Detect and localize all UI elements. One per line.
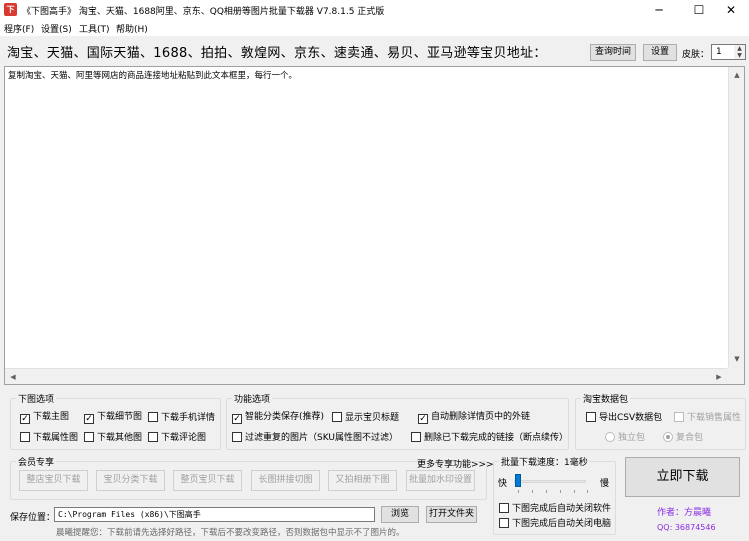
scroll-right-icon[interactable]: ▶ — [711, 369, 727, 385]
radio-icon[interactable] — [605, 432, 615, 442]
menu-program[interactable]: 程序(F) — [4, 22, 34, 35]
scroll-corner — [727, 367, 744, 384]
scroll-up-icon[interactable]: ▲ — [729, 67, 745, 83]
checkbox-icon[interactable] — [148, 412, 158, 422]
slider-tick — [532, 490, 533, 493]
checkbox-filter-duplicates[interactable]: 过滤重复的图片（SKU属性图不过滤） — [232, 432, 398, 444]
checkbox-auto-close-software[interactable]: 下图完成后自动关闭软件 — [499, 503, 611, 515]
slider-tick — [574, 490, 575, 493]
status-text: 晨曦提醒您：下载前请先选择好路径，下载后不要改变路径，否则数据包中显示不了图片的… — [56, 528, 405, 538]
checkmark-icon[interactable]: ✓ — [418, 414, 428, 424]
checkbox-remove-links[interactable]: ✓ 自动删除详情页中的外链 — [418, 412, 530, 424]
checkmark-icon[interactable]: ✓ — [84, 414, 94, 424]
whole-page-download-button[interactable]: 整页宝贝下载 — [173, 470, 242, 491]
checkbox-icon[interactable] — [20, 432, 30, 442]
watermark-settings-button[interactable]: 批量加水印设置 — [406, 470, 475, 491]
save-location-label: 保存位置： — [10, 513, 56, 523]
query-time-button[interactable]: 查询时间 — [590, 44, 636, 61]
checkbox-auto-shutdown[interactable]: 下图完成后自动关闭电脑 — [499, 518, 611, 530]
menu-help[interactable]: 帮助(H) — [116, 22, 148, 35]
scroll-left-icon[interactable]: ◀ — [5, 369, 21, 385]
maximize-button[interactable]: ☐ — [681, 0, 717, 20]
skin-value[interactable]: 1 — [716, 47, 722, 57]
checkbox-icon[interactable] — [332, 412, 342, 422]
radio-selected-icon[interactable] — [663, 432, 673, 442]
speed-legend: 批量下载速度：1毫秒 — [501, 458, 588, 468]
checkbox-main-image[interactable]: ✓ 下载主图 — [20, 412, 69, 424]
save-path-input[interactable]: C:\Program Files (x86)\下图高手 — [54, 507, 375, 522]
textarea-content[interactable]: 复制淘宝、天猫、阿里等网店的商品连接地址粘贴到此文本框里，每行一个。 — [8, 71, 297, 81]
author-label: 作者：方晨曦 — [657, 508, 712, 518]
url-input-label: 淘宝、天猫、国际天猫、1688、拍拍、敦煌网、京东、速卖通、易贝、亚马逊等宝贝地… — [7, 46, 547, 61]
close-button[interactable]: ✕ — [713, 0, 749, 20]
horizontal-scrollbar[interactable]: ◀ ▶ — [5, 368, 727, 384]
checkbox-icon[interactable] — [586, 412, 596, 422]
checkmark-icon[interactable]: ✓ — [232, 414, 242, 424]
checkbox-icon[interactable] — [148, 432, 158, 442]
skin-spinner[interactable]: 1 ▲ ▼ — [711, 44, 746, 60]
download-options-legend: 下图选项 — [18, 395, 55, 405]
app-icon: 下 — [4, 3, 17, 16]
scroll-down-icon[interactable]: ▼ — [729, 351, 745, 367]
slow-label: 慢 — [600, 479, 610, 489]
slider-tick — [560, 490, 561, 493]
menu-bar: 程序(F) 设置(S) 工具(T) 帮助(H) — [0, 20, 749, 36]
checkbox-review-image[interactable]: 下载评论图 — [148, 432, 206, 444]
taobao-data-legend: 淘宝数据包 — [583, 395, 629, 405]
menu-settings[interactable]: 设置(S) — [41, 22, 72, 35]
long-image-split-button[interactable]: 长图拼接切图 — [251, 470, 320, 491]
minimize-button[interactable]: ─ — [641, 0, 677, 20]
spin-up-icon[interactable]: ▲ — [734, 45, 745, 52]
checkbox-detail-image[interactable]: ✓ 下载细节图 — [84, 412, 142, 424]
more-features-link[interactable]: 更多专享功能>>> — [417, 457, 494, 470]
fast-label: 快 — [498, 479, 508, 489]
skin-label: 皮肤： — [682, 50, 710, 60]
checkbox-icon[interactable] — [674, 412, 684, 422]
checkbox-icon[interactable] — [411, 432, 421, 442]
radio-standalone[interactable]: 独立包 — [605, 432, 645, 444]
youpai-album-button[interactable]: 又拍相册下图 — [328, 470, 397, 491]
open-folder-button[interactable]: 打开文件夹 — [426, 506, 477, 523]
speed-slider-thumb[interactable] — [515, 474, 521, 487]
checkbox-sales-attribute[interactable]: 下载销售属性 — [674, 412, 741, 424]
checkbox-smart-save[interactable]: ✓ 智能分类保存(推荐) — [232, 412, 324, 424]
radio-combined[interactable]: 复合包 — [663, 432, 703, 444]
checkmark-icon[interactable]: ✓ — [20, 414, 30, 424]
download-now-button[interactable]: 立即下载 — [625, 457, 740, 497]
checkbox-icon[interactable] — [232, 432, 242, 442]
url-textarea[interactable]: 复制淘宝、天猫、阿里等网店的商品连接地址粘贴到此文本框里，每行一个。 ▲ ▼ ◀… — [4, 66, 745, 385]
slider-tick — [518, 490, 519, 493]
browse-button[interactable]: 浏览 — [381, 506, 419, 523]
checkbox-show-title[interactable]: 显示宝贝标题 — [332, 412, 399, 424]
checkbox-icon[interactable] — [499, 518, 509, 528]
whole-shop-download-button[interactable]: 整店宝贝下载 — [19, 470, 88, 491]
function-options-legend: 功能选项 — [234, 395, 271, 405]
checkbox-icon[interactable] — [499, 503, 509, 513]
title-bar: 下 《下图高手》 淘宝、天猫、1688阿里、京东、QQ相册等图片批量下载器 V7… — [0, 0, 749, 20]
checkbox-delete-downloaded[interactable]: 删除已下载完成的链接（断点续传） — [411, 432, 568, 444]
window-title: 《下图高手》 淘宝、天猫、1688阿里、京东、QQ相册等图片批量下载器 V7.8… — [22, 7, 385, 17]
checkbox-attribute-image[interactable]: 下载属性图 — [20, 432, 78, 444]
category-download-button[interactable]: 宝贝分类下载 — [96, 470, 165, 491]
checkbox-mobile-detail[interactable]: 下载手机详情 — [148, 412, 215, 424]
checkbox-other-image[interactable]: 下载其他图 — [84, 432, 142, 444]
slider-tick — [546, 490, 547, 493]
speed-slider-track[interactable] — [514, 480, 586, 483]
settings-button[interactable]: 设置 — [643, 44, 677, 61]
vertical-scrollbar[interactable]: ▲ ▼ — [728, 67, 744, 367]
checkbox-export-csv[interactable]: 导出CSV数据包 — [586, 412, 662, 424]
menu-tools[interactable]: 工具(T) — [79, 22, 110, 35]
slider-tick — [587, 490, 588, 493]
checkbox-icon[interactable] — [84, 432, 94, 442]
member-legend: 会员专享 — [18, 458, 55, 468]
spin-down-icon[interactable]: ▼ — [734, 52, 745, 59]
qq-label: QQ: 36874546 — [657, 523, 716, 532]
